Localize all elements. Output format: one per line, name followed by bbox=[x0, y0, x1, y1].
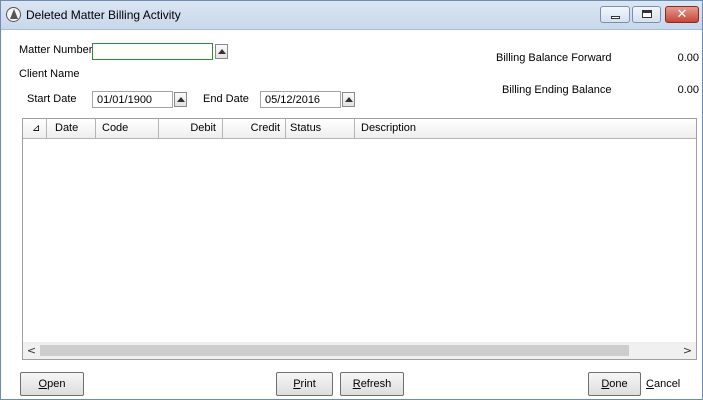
close-button[interactable]: ✕ bbox=[665, 6, 699, 23]
end-date-picker-button[interactable] bbox=[342, 92, 355, 107]
start-date-label: Start Date bbox=[27, 93, 77, 105]
cancel-button-accel: C bbox=[646, 378, 654, 390]
minimize-icon bbox=[611, 16, 620, 19]
matter-number-input[interactable] bbox=[92, 43, 213, 60]
column-header-debit[interactable]: Debit bbox=[159, 119, 223, 138]
billing-balance-forward-value: 0.00 bbox=[677, 52, 699, 64]
activity-grid[interactable]: ⊿ Date Code Debit Credit Status Descript… bbox=[22, 118, 697, 360]
open-button[interactable]: Open bbox=[20, 372, 84, 396]
cancel-button[interactable]: Cancel bbox=[646, 378, 680, 390]
billing-ending-balance-value: 0.00 bbox=[677, 84, 699, 96]
grid-header: ⊿ Date Code Debit Credit Status Descript… bbox=[23, 119, 696, 139]
matter-number-label: Matter Number bbox=[19, 44, 93, 56]
refresh-button-accel: R bbox=[352, 378, 361, 390]
print-button-label: rint bbox=[300, 378, 316, 390]
scroll-right-icon[interactable]: > bbox=[679, 342, 696, 359]
column-header-code[interactable]: Code bbox=[96, 119, 159, 138]
open-button-label: pen bbox=[47, 378, 66, 390]
column-header-credit[interactable]: Credit bbox=[223, 119, 286, 138]
end-date-label: End Date bbox=[203, 93, 249, 105]
cancel-button-label: ancel bbox=[653, 378, 681, 390]
horizontal-scrollbar[interactable]: < > bbox=[23, 342, 696, 359]
start-date-picker-button[interactable] bbox=[174, 92, 187, 107]
done-button[interactable]: Done bbox=[588, 372, 641, 396]
app-logo-icon bbox=[6, 7, 21, 22]
dialog-window: Deleted Matter Billing Activity ✕ Matter… bbox=[0, 0, 703, 400]
refresh-button-label: efresh bbox=[360, 378, 392, 390]
sort-indicator-column[interactable]: ⊿ bbox=[23, 119, 47, 138]
column-header-description[interactable]: Description bbox=[355, 119, 696, 138]
billing-balance-forward-label: Billing Balance Forward bbox=[496, 52, 612, 64]
scroll-left-icon[interactable]: < bbox=[23, 342, 40, 359]
window-title: Deleted Matter Billing Activity bbox=[26, 8, 181, 22]
close-icon: ✕ bbox=[676, 7, 688, 22]
billing-ending-balance-label: Billing Ending Balance bbox=[502, 84, 612, 96]
scrollbar-thumb[interactable] bbox=[40, 345, 629, 356]
start-date-input[interactable]: 01/01/1900 bbox=[92, 91, 173, 108]
column-header-status[interactable]: Status bbox=[286, 119, 355, 138]
title-bar[interactable]: Deleted Matter Billing Activity ✕ bbox=[1, 1, 702, 30]
print-button[interactable]: Print bbox=[276, 372, 333, 396]
column-header-date[interactable]: Date bbox=[47, 119, 96, 138]
matter-number-lookup-button[interactable] bbox=[215, 44, 228, 59]
maximize-icon bbox=[642, 10, 652, 18]
sort-icon: ⊿ bbox=[32, 123, 41, 134]
client-name-label: Client Name bbox=[19, 68, 80, 80]
refresh-button[interactable]: Refresh bbox=[340, 372, 404, 396]
open-button-accel: O bbox=[38, 378, 48, 390]
maximize-button[interactable] bbox=[632, 6, 661, 23]
minimize-button[interactable] bbox=[600, 6, 630, 23]
print-button-accel: P bbox=[293, 378, 301, 390]
end-date-input[interactable]: 05/12/2016 bbox=[260, 91, 341, 108]
done-button-label: one bbox=[609, 378, 628, 390]
